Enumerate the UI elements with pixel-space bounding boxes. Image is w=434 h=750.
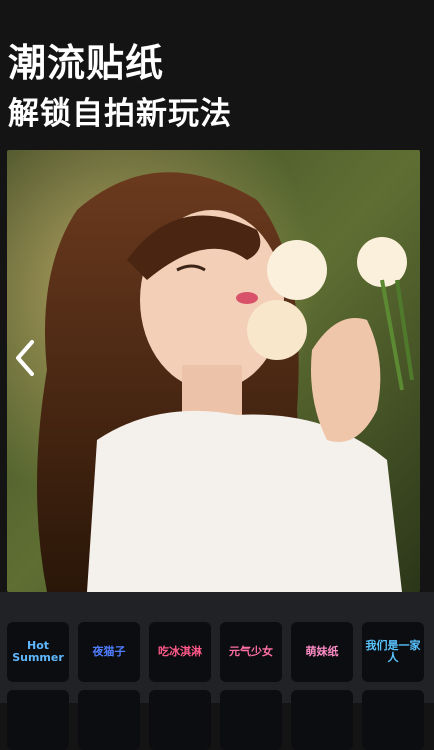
sticker[interactable]: [7, 690, 69, 750]
chevron-left-icon: [16, 340, 34, 376]
sticker-label: 夜猫子: [92, 645, 126, 659]
sticker-label: 元气少女: [229, 645, 273, 659]
sticker[interactable]: [220, 690, 282, 750]
sticker-label: 吃冰淇淋: [158, 645, 202, 659]
sticker[interactable]: [362, 690, 424, 750]
sticker-label: Hot Summer: [12, 639, 64, 664]
preview-photo: [7, 150, 420, 592]
sticker-row: Hot Summer 夜猫子 吃冰淇淋 元气少女 萌妹纸 我们是一家人: [7, 622, 424, 682]
prev-button[interactable]: [12, 338, 42, 378]
sticker-hot-summer[interactable]: Hot Summer: [7, 622, 69, 682]
page-title: 潮流贴纸: [8, 41, 165, 85]
sticker-ice-cream[interactable]: 吃冰淇淋: [149, 622, 211, 682]
sticker-night-owl[interactable]: 夜猫子: [78, 622, 140, 682]
sticker[interactable]: [78, 690, 140, 750]
sticker[interactable]: [149, 690, 211, 750]
sticker[interactable]: [291, 690, 353, 750]
page-subtitle: 解锁自拍新玩法: [8, 96, 232, 132]
sticker-label: 萌妹纸: [305, 645, 339, 659]
sticker-family[interactable]: 我们是一家人: [362, 622, 424, 682]
sticker-row-2: [7, 690, 424, 750]
sticker-label: 我们是一家人: [365, 639, 421, 664]
sticker-cute-girl[interactable]: 萌妹纸: [291, 622, 353, 682]
sticker-genki-girl[interactable]: 元气少女: [220, 622, 282, 682]
